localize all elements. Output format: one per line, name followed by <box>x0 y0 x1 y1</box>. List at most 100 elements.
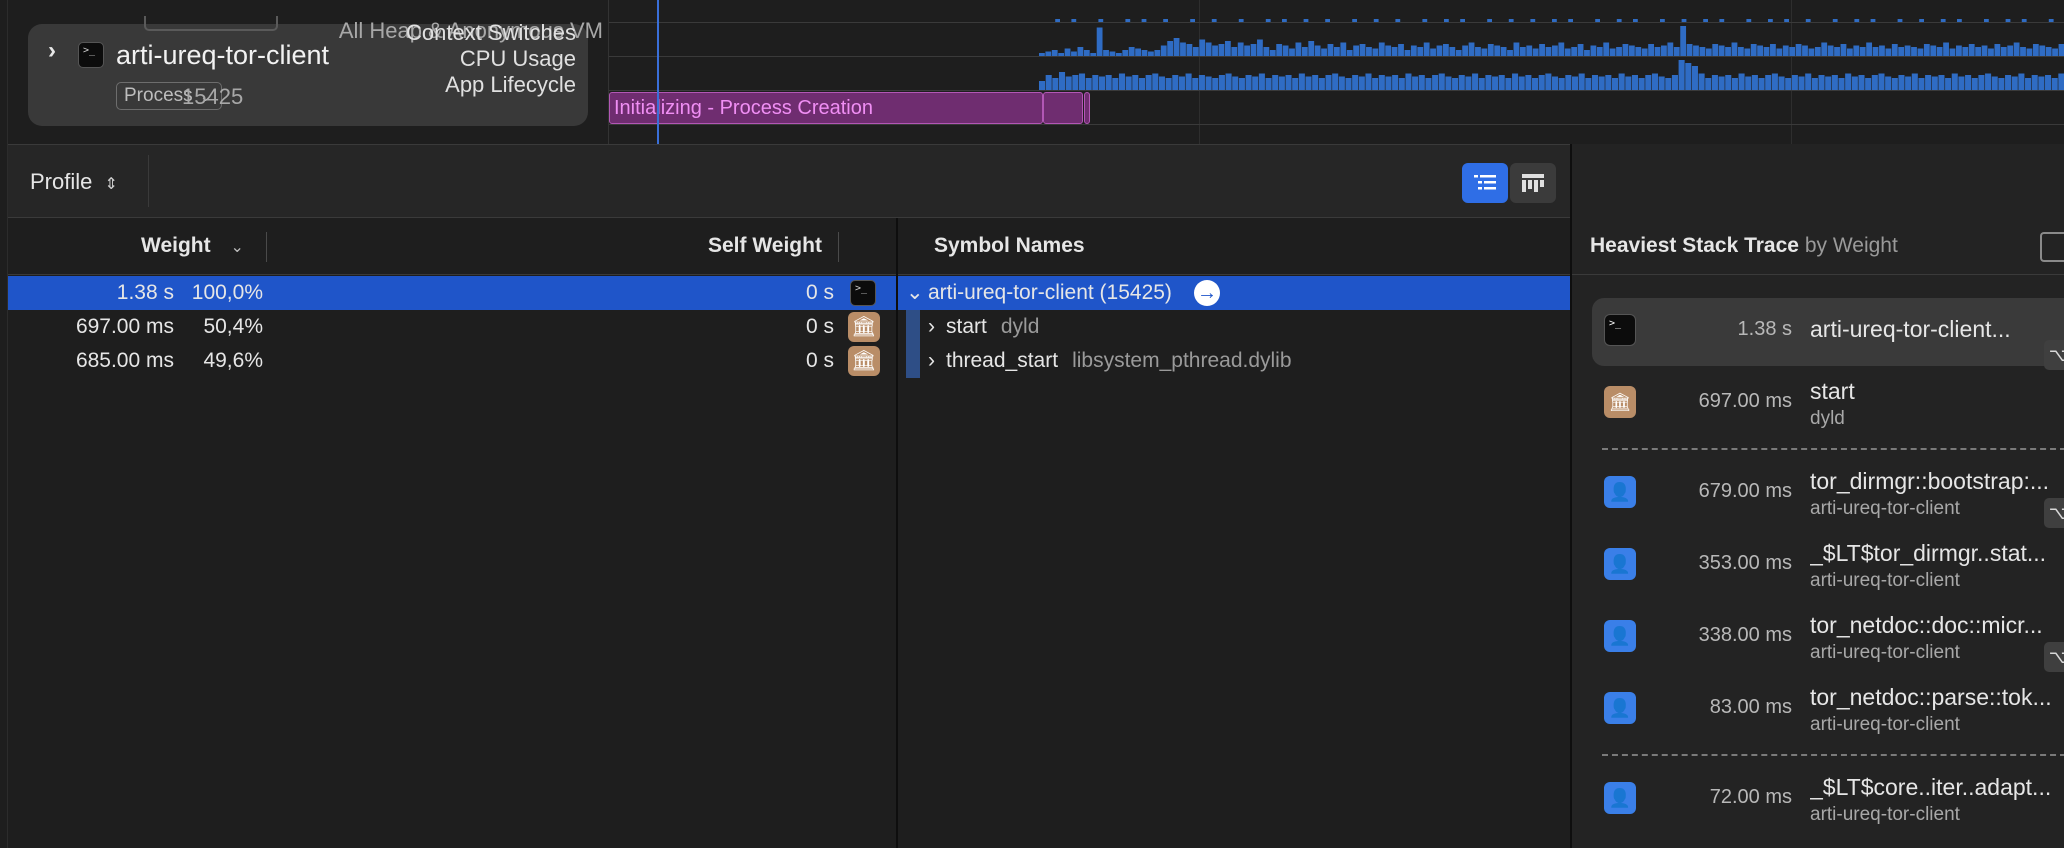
table-row[interactable]: › thread_start libsystem_pthread.dylib <box>898 344 1572 378</box>
cpu-usage-bar <box>1949 48 1956 56</box>
cpu-usage-bar <box>1173 38 1180 56</box>
context-switch-mark <box>1719 19 1725 22</box>
app-lifecycle-bar <box>1218 75 1225 90</box>
cpu-usage-bar <box>1192 47 1199 56</box>
cpu-usage-bar <box>2020 47 2026 56</box>
cpu-usage-bar <box>1327 44 1334 56</box>
table-row[interactable]: › start dyld <box>898 310 1572 344</box>
updown-chevron-icon: ⇕ <box>104 176 118 193</box>
terminal-icon: >_ <box>850 280 876 306</box>
cpu-usage-bar <box>1353 45 1360 56</box>
user-icon: 👤 <box>1604 782 1636 814</box>
app-lifecycle-bar <box>2005 75 2012 90</box>
stack-frame[interactable]: 👤 679.00 ms tor_dirmgr::bootstrap:... ar… <box>1592 460 2064 528</box>
cpu-usage-bar <box>1244 45 1251 56</box>
cpu-usage-bar <box>1276 44 1283 56</box>
cpu-usage-bar <box>1507 50 1513 56</box>
lifecycle-segment-2[interactable] <box>1043 92 1083 124</box>
app-lifecycle-bar <box>1851 76 1858 90</box>
expand-icon[interactable] <box>2040 232 2064 262</box>
cpu-usage-bar <box>1122 50 1129 56</box>
app-lifecycle-bar <box>1885 76 1892 90</box>
frame-library: dyld <box>1810 408 1845 429</box>
chevron-right-icon[interactable]: › <box>928 310 935 344</box>
header-divider <box>8 274 896 275</box>
call-tree-view-button[interactable] <box>1462 163 1508 203</box>
inspection-head[interactable] <box>657 0 659 144</box>
table-row[interactable]: 697.00 ms 50,4% 0 s 🏛 <box>8 310 896 344</box>
row-weight: 685.00 ms <box>75 349 174 372</box>
stack-frame[interactable]: 👤 83.00 ms tor_netdoc::parse::tok... art… <box>1592 676 2064 744</box>
app-lifecycle-bar <box>1438 73 1445 90</box>
context-switch-mark <box>1681 19 1687 22</box>
row-percent: 49,6% <box>203 349 263 372</box>
app-lifecycle-bar <box>1671 75 1678 90</box>
context-switch-mark <box>1352 19 1357 22</box>
app-lifecycle-bar <box>1212 78 1219 90</box>
chevron-right-icon[interactable]: › <box>928 344 935 378</box>
cpu-usage-bar <box>1064 48 1071 56</box>
app-lifecycle-bar <box>1658 76 1665 90</box>
cpu-usage-bar <box>1167 41 1174 56</box>
stack-frame[interactable]: 👤 353.00 ms _$LT$tor_dirmgr..stat... art… <box>1592 532 2064 600</box>
cpu-usage-bar <box>1212 45 1218 56</box>
flame-graph-view-button[interactable] <box>1510 163 1556 203</box>
chevron-right-icon[interactable]: › <box>48 39 66 63</box>
branch-icon[interactable]: ⌥ <box>2044 340 2064 370</box>
app-lifecycle-bar <box>1905 76 1912 90</box>
cpu-usage-bar <box>1808 48 1815 56</box>
cpu-usage-bar <box>1519 47 1526 56</box>
weight-column-header[interactable]: Weight ⌄ <box>141 218 244 274</box>
cpu-usage-bar <box>2032 44 2039 56</box>
lifecycle-segment-3[interactable] <box>1084 92 1090 124</box>
chevron-down-icon[interactable]: ⌄ <box>906 276 924 310</box>
arrow-right-circle-icon[interactable]: → <box>1193 280 1220 307</box>
table-row[interactable]: ⌄ arti-ureq-tor-client (15425) → <box>898 276 1572 310</box>
table-row[interactable]: 1.38 s 100,0% 0 s >_ <box>8 276 896 310</box>
frame-symbol: _$LT$tor_dirmgr..stat... <box>1810 540 2047 566</box>
app-lifecycle-bar <box>1518 76 1525 90</box>
cpu-usage-bar <box>2039 45 2046 56</box>
stack-frame[interactable]: 👤 72.00 ms _$LT$core..iter..adapt... art… <box>1592 766 2064 834</box>
app-lifecycle-bar <box>1825 76 1832 90</box>
cpu-usage-bar <box>1321 48 1327 56</box>
app-lifecycle-bar <box>1871 75 1878 90</box>
branch-icon[interactable]: ⌥ <box>2044 642 2064 672</box>
row-weight: 697.00 ms <box>75 315 174 338</box>
cpu-usage-bar <box>1590 45 1597 56</box>
cpu-usage-bar <box>1936 47 1943 56</box>
track-graph-area[interactable]: Initializing - Process Creation <box>608 0 2064 144</box>
cpu-usage-bar <box>1455 50 1462 56</box>
app-lifecycle-bar <box>1505 78 1512 90</box>
app-lifecycle-bar <box>1432 75 1439 90</box>
app-lifecycle-bar <box>1538 75 1545 90</box>
app-lifecycle-bar <box>1678 60 1685 90</box>
app-lifecycle-bar <box>1631 75 1639 90</box>
cpu-usage-bar <box>1859 47 1866 56</box>
branch-icon[interactable]: ⌥ <box>2044 498 2064 528</box>
stack-frame[interactable]: >_ 1.38 s arti-ureq-tor-client... ⌥ <box>1592 298 2064 370</box>
cpu-usage-bar <box>1648 44 1654 56</box>
cpu-usage-bar <box>1346 50 1353 56</box>
context-switch-mark <box>1919 19 1924 22</box>
context-switch-mark <box>1746 19 1752 22</box>
app-lifecycle-bar <box>1985 73 1992 90</box>
cpu-usage-bar <box>2026 48 2033 56</box>
table-row[interactable]: 685.00 ms 49,6% 0 s 🏛 <box>8 344 896 378</box>
app-lifecycle-bar <box>1831 75 1838 90</box>
symbol-names-column-header[interactable]: Symbol Names <box>934 218 1085 274</box>
cpu-usage-bar <box>1737 47 1744 56</box>
cpu-usage-bar <box>1577 44 1584 56</box>
timeline-region: All Heap & Anonymous VM › >_ arti-ureq-t… <box>0 0 2064 144</box>
cpu-usage-bar <box>1494 45 1501 56</box>
lifecycle-segment-initializing[interactable]: Initializing - Process Creation <box>609 92 1043 124</box>
profile-selector[interactable]: Profile ⇕ <box>30 169 118 195</box>
process-track-header[interactable]: All Heap & Anonymous VM › >_ arti-ureq-t… <box>28 16 603 126</box>
cpu-usage-bar <box>1237 42 1244 56</box>
app-lifecycle-bar <box>1398 78 1405 90</box>
window-left-edge <box>0 0 8 848</box>
stack-frame[interactable]: 👤 338.00 ms tor_netdoc::doc::micr... art… <box>1592 604 2064 672</box>
stack-frame[interactable]: 🏛 697.00 ms start dyld <box>1592 370 2064 438</box>
cpu-usage-bar <box>1224 41 1231 56</box>
self-weight-column-header[interactable]: Self Weight <box>708 218 822 274</box>
